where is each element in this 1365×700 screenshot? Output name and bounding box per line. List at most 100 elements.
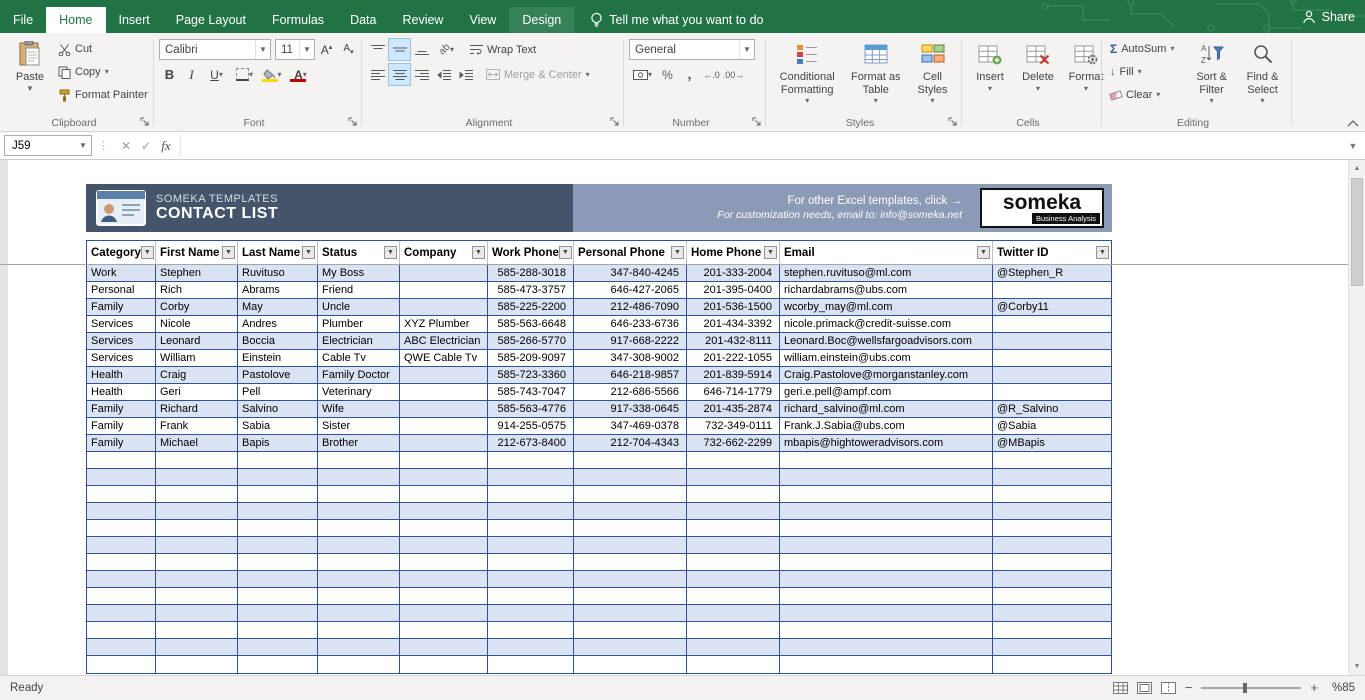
table-cell[interactable]: 646-714-1779 — [687, 384, 780, 400]
filter-button[interactable]: ▼ — [302, 246, 315, 259]
table-cell[interactable]: 201-536-1500 — [687, 299, 780, 315]
filter-button[interactable]: ▼ — [1096, 246, 1109, 259]
table-cell[interactable] — [488, 622, 574, 638]
table-cell[interactable]: Richard — [156, 401, 238, 417]
table-cell[interactable]: Einstein — [238, 350, 318, 366]
table-cell[interactable] — [238, 554, 318, 570]
table-cell[interactable]: Health — [87, 384, 156, 400]
accounting-format-button[interactable]: ▾ — [629, 64, 656, 85]
table-row[interactable]: Services William Einstein Cable Tv QWE Cable… — [87, 350, 1111, 367]
table-cell[interactable] — [687, 656, 780, 673]
table-cell[interactable] — [574, 605, 687, 621]
filter-button[interactable]: ▼ — [222, 246, 235, 259]
alignment-dialog-launcher[interactable] — [609, 116, 621, 128]
table-cell[interactable]: 347-469-0378 — [574, 418, 687, 434]
table-cell[interactable] — [238, 656, 318, 673]
fill-button[interactable]: ↓ Fill ▾ — [1107, 61, 1185, 83]
cell-styles-button[interactable]: Cell Styles ▾ — [908, 36, 957, 114]
table-cell[interactable] — [993, 554, 1111, 570]
table-cell[interactable] — [87, 452, 156, 468]
table-cell[interactable] — [993, 656, 1111, 673]
table-cell[interactable] — [780, 452, 993, 468]
zoom-slider-thumb[interactable] — [1243, 683, 1248, 693]
tab-data[interactable]: Data — [337, 7, 389, 33]
table-cell[interactable]: richard_salvino@ml.com — [780, 401, 993, 417]
table-row[interactable]: Family Corby May Uncle 585-225-2200 212-486-7… — [87, 299, 1111, 316]
align-left-button[interactable] — [367, 64, 388, 85]
table-cell[interactable] — [993, 503, 1111, 519]
table-cell[interactable] — [318, 537, 400, 553]
table-cell[interactable]: Craig.Pastolove@morganstanley.com — [780, 367, 993, 383]
table-cell[interactable] — [318, 452, 400, 468]
scroll-down-arrow[interactable]: ▼ — [1349, 658, 1365, 675]
table-cell[interactable]: QWE Cable Tv — [400, 350, 488, 366]
table-cell[interactable] — [780, 588, 993, 604]
tab-design[interactable]: Design — [509, 7, 575, 33]
paste-button[interactable]: Paste ▼ — [7, 36, 53, 114]
table-row[interactable] — [87, 503, 1111, 520]
table-cell[interactable] — [488, 452, 574, 468]
table-cell[interactable] — [156, 469, 238, 485]
table-cell[interactable]: 646-233-6736 — [574, 316, 687, 332]
cancel-entry-button[interactable]: ✕ — [116, 139, 136, 153]
table-cell[interactable]: Corby — [156, 299, 238, 315]
filter-button[interactable]: ▼ — [977, 246, 990, 259]
table-cell[interactable] — [400, 486, 488, 502]
table-row[interactable] — [87, 605, 1111, 622]
styles-dialog-launcher[interactable] — [947, 116, 959, 128]
table-cell[interactable]: Health — [87, 367, 156, 383]
table-cell[interactable]: Family — [87, 418, 156, 434]
table-cell[interactable]: Services — [87, 316, 156, 332]
tab-view[interactable]: View — [456, 7, 509, 33]
table-cell[interactable] — [400, 520, 488, 536]
table-cell[interactable] — [400, 605, 488, 621]
table-cell[interactable]: 201-395-0400 — [687, 282, 780, 298]
table-cell[interactable]: 585-473-3757 — [488, 282, 574, 298]
filter-button[interactable]: ▼ — [764, 246, 777, 259]
table-cell[interactable]: Andres — [238, 316, 318, 332]
share-button[interactable]: Share — [1302, 0, 1355, 33]
table-cell[interactable]: Personal — [87, 282, 156, 298]
decrease-font-button[interactable]: A▾ — [338, 39, 359, 60]
increase-font-button[interactable]: A▴ — [316, 39, 337, 60]
table-cell[interactable] — [400, 367, 488, 383]
table-cell[interactable]: Nicole — [156, 316, 238, 332]
table-cell[interactable] — [488, 469, 574, 485]
table-cell[interactable] — [156, 486, 238, 502]
table-cell[interactable] — [87, 520, 156, 536]
someka-logo[interactable]: someka Business Analysis — [980, 188, 1104, 228]
table-cell[interactable] — [238, 639, 318, 655]
table-cell[interactable] — [318, 554, 400, 570]
table-cell[interactable] — [993, 622, 1111, 638]
table-cell[interactable]: 585-563-4776 — [488, 401, 574, 417]
table-cell[interactable] — [87, 554, 156, 570]
table-cell[interactable]: Pell — [238, 384, 318, 400]
table-cell[interactable]: 585-266-5770 — [488, 333, 574, 349]
table-cell[interactable] — [574, 639, 687, 655]
table-cell[interactable]: Ruvituso — [238, 265, 318, 281]
table-cell[interactable] — [400, 503, 488, 519]
copy-button[interactable]: Copy ▾ — [55, 61, 151, 83]
table-cell[interactable]: 212-686-5566 — [574, 384, 687, 400]
table-cell[interactable]: 201-434-3392 — [687, 316, 780, 332]
table-cell[interactable] — [687, 622, 780, 638]
collapse-ribbon-button[interactable] — [1347, 120, 1359, 127]
bold-button[interactable]: B — [159, 64, 180, 85]
table-cell[interactable]: Services — [87, 350, 156, 366]
table-cell[interactable]: @Sabia — [993, 418, 1111, 434]
table-cell[interactable] — [488, 554, 574, 570]
table-cell[interactable] — [87, 605, 156, 621]
promo-line-1[interactable]: For other Excel templates, click → — [788, 195, 962, 207]
scroll-up-arrow[interactable]: ▲ — [1349, 160, 1365, 177]
table-cell[interactable] — [400, 299, 488, 315]
table-row[interactable]: Family Frank Sabia Sister 914-255-0575 347-46… — [87, 418, 1111, 435]
table-cell[interactable] — [238, 469, 318, 485]
table-cell[interactable] — [87, 622, 156, 638]
table-row[interactable] — [87, 571, 1111, 588]
table-cell[interactable]: 585-209-9097 — [488, 350, 574, 366]
table-cell[interactable]: Family — [87, 435, 156, 451]
table-row[interactable]: Services Nicole Andres Plumber XYZ Plumber 58… — [87, 316, 1111, 333]
table-cell[interactable] — [780, 537, 993, 553]
table-cell[interactable] — [400, 435, 488, 451]
table-cell[interactable]: Family — [87, 299, 156, 315]
